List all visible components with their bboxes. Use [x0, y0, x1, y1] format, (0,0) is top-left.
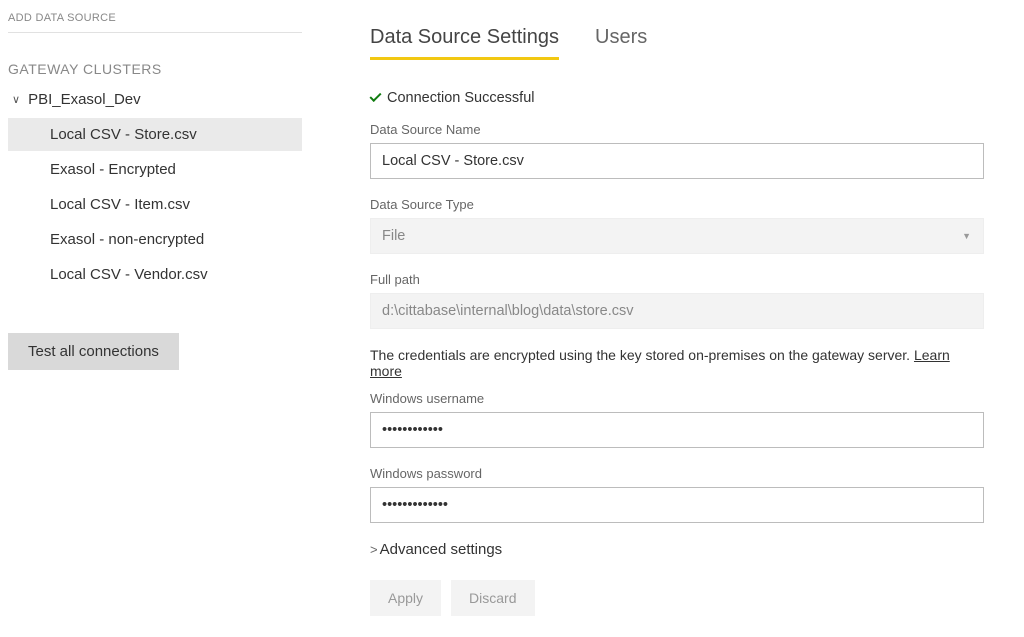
data-source-item[interactable]: Exasol - non-encrypted	[8, 223, 302, 256]
chevron-right-icon: >	[370, 542, 378, 557]
add-data-source-header: ADD DATA SOURCE	[8, 8, 302, 33]
gateway-clusters-title: GATEWAY CLUSTERS	[8, 61, 302, 77]
gateway-cluster-name: PBI_Exasol_Dev	[28, 91, 141, 108]
data-source-item[interactable]: Exasol - Encrypted	[8, 153, 302, 186]
apply-button[interactable]: Apply	[370, 580, 441, 616]
windows-password-label: Windows password	[370, 466, 984, 481]
data-source-item[interactable]: Local CSV - Item.csv	[8, 188, 302, 221]
main-panel: Data Source Settings Users Connection Su…	[310, 0, 1024, 637]
connection-status-text: Connection Successful	[387, 90, 535, 106]
discard-button[interactable]: Discard	[451, 580, 534, 616]
data-source-name-input[interactable]	[370, 143, 984, 179]
checkmark-icon	[369, 90, 381, 102]
tab-users[interactable]: Users	[595, 26, 647, 60]
full-path-label: Full path	[370, 272, 984, 287]
test-all-connections-button[interactable]: Test all connections	[8, 333, 179, 370]
advanced-settings-label: Advanced settings	[380, 541, 503, 558]
data-source-list: Local CSV - Store.csv Exasol - Encrypted…	[8, 118, 302, 291]
credentials-helper-text: The credentials are encrypted using the …	[370, 347, 984, 379]
data-source-name-label: Data Source Name	[370, 122, 984, 137]
windows-username-label: Windows username	[370, 391, 984, 406]
advanced-settings-toggle[interactable]: > Advanced settings	[370, 541, 984, 558]
gateway-cluster-row[interactable]: ∨ PBI_Exasol_Dev	[8, 87, 302, 112]
tab-data-source-settings[interactable]: Data Source Settings	[370, 26, 559, 60]
data-source-item[interactable]: Local CSV - Vendor.csv	[8, 258, 302, 291]
connection-status: Connection Successful	[370, 90, 984, 106]
windows-username-input[interactable]	[370, 412, 984, 448]
data-source-type-label: Data Source Type	[370, 197, 984, 212]
full-path-input	[370, 293, 984, 329]
chevron-down-icon: ∨	[12, 93, 20, 106]
data-source-type-select[interactable]: File	[370, 218, 984, 254]
tabs: Data Source Settings Users	[370, 26, 984, 60]
data-source-item[interactable]: Local CSV - Store.csv	[8, 118, 302, 151]
action-buttons: Apply Discard	[370, 580, 984, 616]
sidebar: ADD DATA SOURCE GATEWAY CLUSTERS ∨ PBI_E…	[0, 0, 310, 637]
windows-password-input[interactable]	[370, 487, 984, 523]
